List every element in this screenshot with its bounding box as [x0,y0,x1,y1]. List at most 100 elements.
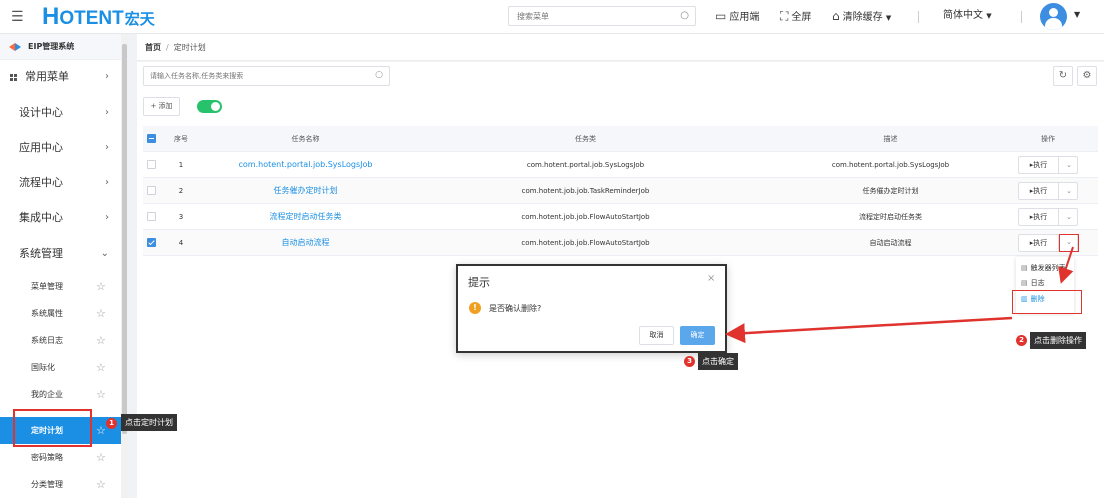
select-all-checkbox[interactable] [147,134,156,143]
table-row[interactable]: 4 自动启动流程 com.hotent.job.job.FlowAutoStar… [143,230,1098,256]
fullscreen-button[interactable]: ⛶ 全屏 [780,9,811,25]
row-actions: ▸执行 ⌄ [1018,156,1078,174]
row-checkbox[interactable] [147,212,156,221]
column-header: 序号 [174,135,188,143]
sidebar-item-label: 设计中心 [19,106,63,119]
star-icon[interactable]: ☆ [96,417,106,444]
app-end-label: 应用端 [729,12,760,23]
sidebar-subitem-label: 密码策略 [31,453,63,462]
row-index: 2 [178,187,184,195]
fullscreen-icon: ⛶ [780,9,789,23]
sidebar-subitem-menu[interactable]: 菜单管理 ☆ [0,273,121,300]
scrollbar-thumb[interactable] [122,44,127,434]
grid-icon [10,74,17,81]
row-actions: ▸执行 ⌄ [1018,182,1078,200]
divider [1021,11,1022,23]
execute-button[interactable]: ▸执行 [1019,209,1059,225]
sidebar-item-flow[interactable]: 流程中心 › [0,166,121,200]
task-search-input[interactable] [144,67,364,85]
avatar[interactable] [1040,3,1067,30]
settings-button[interactable]: ⚙ [1077,66,1097,86]
chevron-right-icon: › [105,177,109,188]
execute-button[interactable]: ▸执行 [1019,183,1059,199]
row-checkbox[interactable] [147,186,156,195]
sidebar-subitem-password[interactable]: 密码策略 ☆ [0,444,121,471]
column-header: 操作 [1041,135,1055,143]
chevron-down-icon[interactable]: ⌄ [1060,157,1078,173]
star-icon[interactable]: ☆ [96,300,106,327]
warning-icon: ! [469,302,481,314]
table-row[interactable]: 1 com.hotent.portal.job.SysLogsJob com.h… [143,152,1098,178]
task-name-link[interactable]: 任务催办定时计划 [193,178,418,204]
refresh-button[interactable]: ↻ [1053,66,1073,86]
column-header: 任务名称 [291,135,320,143]
search-icon[interactable]: ○ [680,10,689,21]
chevron-down-icon[interactable]: ⌄ [1060,209,1078,225]
task-name-link[interactable]: 自动启动流程 [193,230,418,256]
star-icon[interactable]: ☆ [96,273,106,300]
sidebar-item-integration[interactable]: 集成中心 › [0,201,121,235]
app-end-button[interactable]: ▭ 应用端 [715,9,759,25]
menu-item-logs[interactable]: ▤ 日志 [1016,276,1074,290]
star-icon[interactable]: ☆ [96,381,106,408]
breadcrumb-home[interactable]: 首页 [145,43,161,52]
sidebar-subitem-i18n[interactable]: 国际化 ☆ [0,354,121,381]
sidebar-subitem-props[interactable]: 系统属性 ☆ [0,300,121,327]
system-title[interactable]: EIP管理系统 [0,34,121,60]
sidebar-item-label: 流程中心 [19,176,63,189]
star-icon[interactable]: ☆ [96,327,106,354]
row-checkbox[interactable] [147,238,156,247]
language-select[interactable]: 简体中文 ▼ [943,9,992,23]
annotation-highlight-delete [1012,290,1082,314]
table-row[interactable]: 2 任务催办定时计划 com.hotent.job.job.TaskRemind… [143,178,1098,204]
execute-button[interactable]: ▸执行 [1019,157,1059,173]
menu-search-input[interactable] [509,7,669,25]
toggle-switch[interactable] [197,100,222,113]
dialog-title: 提示 [468,276,490,289]
table-row[interactable]: 3 流程定时启动任务类 com.hotent.job.job.FlowAutoS… [143,204,1098,230]
sidebar-item-design[interactable]: 设计中心 › [0,96,121,130]
chevron-down-icon: ▼ [986,12,992,20]
cancel-button[interactable]: 取消 [639,326,674,345]
sidebar-item-system[interactable]: 系统管理 ⌄ [0,237,121,271]
logo: HOTENT宏天 [42,5,155,30]
sidebar-subitem-label: 系统日志 [31,336,63,345]
execute-button[interactable]: ▸执行 [1019,235,1059,251]
task-desc: 自动启动流程 [869,239,912,247]
chevron-down-icon[interactable]: ▼ [1074,10,1080,19]
search-icon[interactable]: ○ [375,70,383,80]
logo-cn: 宏天 [124,11,155,28]
sidebar-item-app[interactable]: 应用中心 › [0,131,121,165]
menu-search[interactable]: ○ [508,6,696,26]
log-icon: ▤ [1021,279,1028,287]
sidebar-subitem-category[interactable]: 分类管理 ☆ [0,471,121,498]
menu-item-label: 触发器列表 [1030,264,1066,272]
add-button[interactable]: + 添加 [143,97,180,116]
star-icon[interactable]: ☆ [96,354,106,381]
sidebar-subitem-company[interactable]: 我的企业 ☆ [0,381,121,408]
task-name-link[interactable]: com.hotent.portal.job.SysLogsJob [193,152,418,178]
breadcrumb-current: 定时计划 [173,43,206,52]
star-icon[interactable]: ☆ [96,471,106,498]
annotation-badge: 3 [684,356,695,367]
task-name-link[interactable]: 流程定时启动任务类 [193,204,418,230]
menu-item-triggers[interactable]: ▤ 触发器列表 [1016,261,1074,275]
row-index: 1 [178,161,184,169]
sidebar-subitem-logs[interactable]: 系统日志 ☆ [0,327,121,354]
annotation-tip: 点击确定 [698,353,738,370]
clear-cache-button[interactable]: ⌂ 清除缓存 ▼ [832,9,891,25]
row-checkbox[interactable] [147,160,156,169]
ok-button[interactable]: 确定 [680,326,715,345]
star-icon[interactable]: ☆ [96,444,106,471]
sidebar-item-common[interactable]: 常用菜单 › [0,60,121,94]
chevron-right-icon: › [105,107,109,118]
task-desc: com.hotent.portal.job.SysLogsJob [831,161,950,169]
task-search[interactable]: ○ [143,66,390,86]
chevron-down-icon[interactable]: ⌄ [1059,234,1079,252]
menu-toggle-icon[interactable]: ☰ [11,9,24,25]
close-icon[interactable]: × [707,273,715,284]
row-index: 4 [178,239,184,247]
monitor-icon: ▭ [715,9,727,23]
chevron-down-icon[interactable]: ⌄ [1060,183,1078,199]
breadcrumb: 首页 / 定时计划 [137,34,1104,61]
